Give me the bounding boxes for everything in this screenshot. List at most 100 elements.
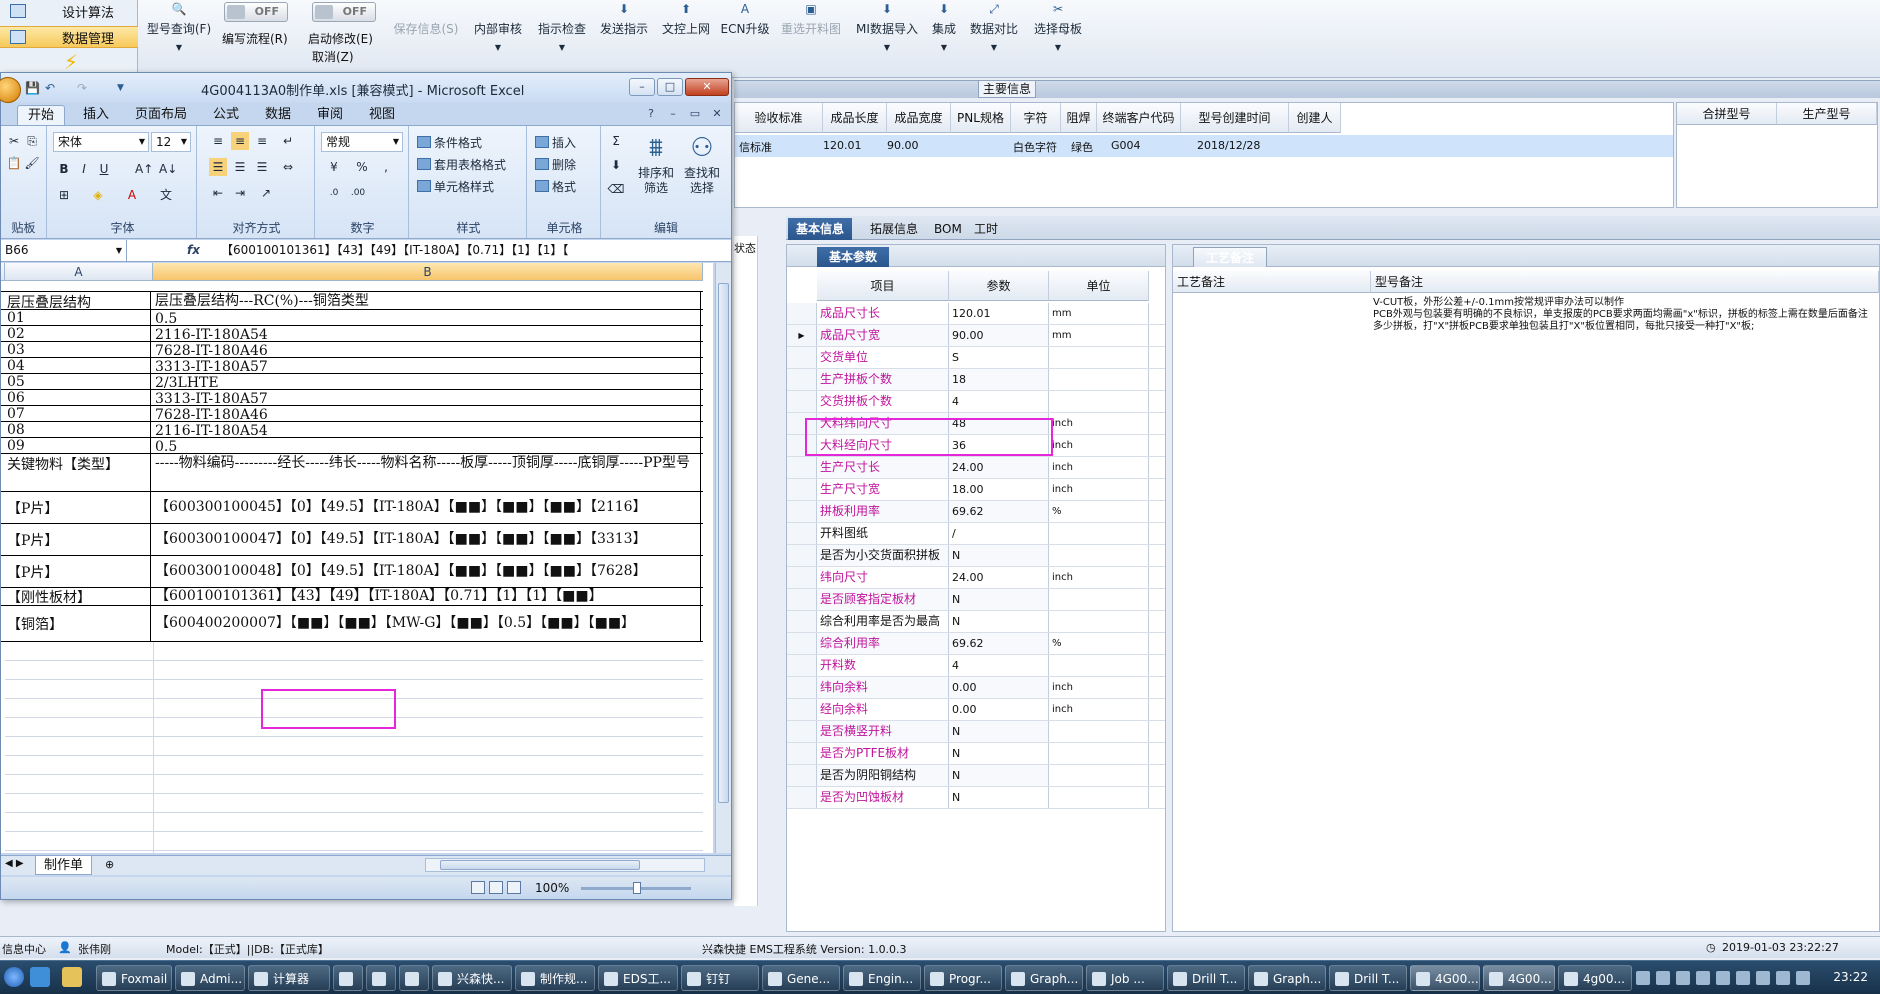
cell-b[interactable]: 3313-IT-180A57: [153, 358, 701, 373]
phonetic-icon[interactable]: 文: [157, 186, 175, 204]
empty-row[interactable]: [5, 642, 703, 661]
taskbar-item[interactable]: 钉钉: [681, 965, 759, 991]
insert-cells-button[interactable]: 插入: [535, 134, 576, 151]
cell-a[interactable]: 关键物料【类型】: [5, 454, 151, 491]
table-row[interactable]: 是否为凹蚀板材 N: [787, 787, 1165, 809]
sort-filter-button[interactable]: ⩩ 排序和 筛选: [635, 132, 677, 196]
taskbar-item[interactable]: Drill T...: [1329, 965, 1407, 991]
tab-insert[interactable]: 插入: [73, 105, 119, 125]
cell-b[interactable]: 层压叠层结构---RC(%)---铜箔类型: [153, 292, 701, 309]
tab-data[interactable]: 数据: [255, 105, 301, 125]
maximize-button[interactable]: □: [657, 78, 683, 96]
param-value[interactable]: N: [949, 787, 1049, 808]
decrease-indent-icon[interactable]: ⇤: [209, 184, 227, 202]
param-value[interactable]: 18: [949, 369, 1049, 390]
param-value[interactable]: N: [949, 545, 1049, 566]
scroll-thumb[interactable]: [440, 860, 640, 870]
currency-icon[interactable]: ¥: [325, 158, 343, 176]
taskbar-item[interactable]: 4g00...: [1558, 965, 1632, 991]
network-icon[interactable]: [1756, 971, 1770, 985]
param-value[interactable]: S: [949, 347, 1049, 368]
empty-row[interactable]: [5, 775, 703, 794]
param-value[interactable]: N: [949, 765, 1049, 786]
cell-b[interactable]: 7628-IT-180A46: [153, 406, 701, 421]
taskbar-item[interactable]: Job ...: [1086, 965, 1164, 991]
param-value[interactable]: N: [949, 611, 1049, 632]
page-break-view-button[interactable]: [507, 881, 521, 894]
row-selector[interactable]: [787, 567, 817, 588]
data-compare-button[interactable]: ⤢ 数据对比 ▼: [968, 0, 1020, 60]
table-row[interactable]: 层压叠层结构 层压叠层结构---RC(%)---铜箔类型: [1, 291, 703, 310]
table-row[interactable]: 04 3313-IT-180A57: [1, 358, 703, 374]
taskbar-item[interactable]: Admi...: [175, 965, 245, 991]
integrate-button[interactable]: ⬇ 集成 ▼: [928, 0, 960, 60]
cell-a[interactable]: 【P片】: [5, 524, 151, 555]
table-row[interactable]: 【铜箔】 【600400200007】【■■】【■■】【MW-G】【■■】【0.5…: [1, 606, 703, 642]
wrap-text-icon[interactable]: ↵: [279, 132, 297, 150]
cell-a[interactable]: 层压叠层结构: [5, 292, 151, 309]
shrink-font-icon[interactable]: A↓: [159, 160, 177, 178]
row-selector[interactable]: [787, 743, 817, 764]
table-row[interactable]: 是否横竖开料 N: [787, 721, 1165, 743]
paste-icon[interactable]: 📋: [5, 154, 23, 172]
cell-a[interactable]: 09: [5, 438, 151, 453]
row-selector[interactable]: [787, 787, 817, 808]
cell-b[interactable]: -----物料编码---------经长-----纬长-----物料名称----…: [153, 454, 701, 491]
nav-item-design-algorithm[interactable]: 设计算法: [0, 0, 138, 22]
taskbar-item[interactable]: Gene...: [762, 965, 840, 991]
tab-extended-info[interactable]: 拓展信息: [862, 218, 926, 240]
align-middle-icon[interactable]: ≡: [231, 132, 249, 150]
font-size-select[interactable]: 12 ▼: [151, 132, 191, 152]
select-mother-board-button[interactable]: ✂ 选择母板 ▼: [1032, 0, 1084, 60]
cell-b[interactable]: 2116-IT-180A54: [153, 422, 701, 437]
param-value[interactable]: N: [949, 589, 1049, 610]
tab-work-hours[interactable]: 工时: [966, 218, 1006, 240]
start-icon[interactable]: [4, 967, 24, 987]
table-row[interactable]: 开料数 4: [787, 655, 1165, 677]
column-header[interactable]: 型号创建时间: [1181, 103, 1289, 133]
param-value[interactable]: 4: [949, 655, 1049, 676]
column-header-a[interactable]: A: [5, 263, 153, 281]
align-right-icon[interactable]: ☰: [253, 158, 271, 176]
tab-home[interactable]: 开始: [17, 105, 66, 125]
zoom-slider[interactable]: [581, 882, 691, 894]
cell-b[interactable]: 2/3LHTE: [153, 374, 701, 389]
table-row[interactable]: 拼板利用率 69.62%: [787, 501, 1165, 523]
table-row[interactable]: 是否为PTFE板材 N: [787, 743, 1165, 765]
save-icon[interactable]: 💾: [25, 81, 41, 95]
empty-row[interactable]: [5, 756, 703, 775]
edit-start-toggle[interactable]: OFF: [312, 2, 376, 22]
param-value[interactable]: /: [949, 523, 1049, 544]
nav-item-data-management[interactable]: 数据管理: [0, 26, 138, 48]
param-value[interactable]: 24.00: [949, 457, 1049, 478]
cell-a[interactable]: 06: [5, 390, 151, 405]
empty-row[interactable]: [5, 851, 703, 853]
grow-font-icon[interactable]: A↑: [135, 160, 153, 178]
restore-button[interactable]: ▭: [687, 106, 703, 122]
row-selector[interactable]: [787, 699, 817, 720]
align-center-icon[interactable]: ☰: [231, 158, 249, 176]
border-icon[interactable]: ⊞: [55, 186, 73, 204]
number-format-select[interactable]: 常规 ▼: [321, 132, 403, 152]
table-row[interactable]: 生产拼板个数 18: [787, 369, 1165, 391]
column-header[interactable]: 创建人: [1289, 103, 1341, 133]
column-header[interactable]: 成品宽度: [887, 103, 951, 133]
table-row[interactable]: 综合利用率是否为最高 N: [787, 611, 1165, 633]
chevron-down-icon[interactable]: ▼: [117, 81, 133, 95]
taskbar-item[interactable]: Drill T...: [1167, 965, 1245, 991]
tray-icon[interactable]: [1796, 971, 1810, 985]
autosum-icon[interactable]: Σ: [607, 132, 625, 150]
sheet-tab-production[interactable]: 制作单: [35, 856, 93, 875]
underline-icon[interactable]: U: [95, 160, 113, 178]
info-center-label[interactable]: 信息中心: [2, 941, 46, 957]
find-select-button[interactable]: ⚇ 查找和 选择: [681, 132, 723, 196]
column-header[interactable]: 终端客户代码: [1097, 103, 1181, 133]
taskbar-item[interactable]: 4G00...: [1410, 965, 1480, 991]
table-row[interactable]: 交货拼板个数 4: [787, 391, 1165, 413]
param-value[interactable]: 0.00: [949, 699, 1049, 720]
column-header[interactable]: 参数: [949, 271, 1049, 301]
redo-icon[interactable]: ↷: [77, 81, 93, 95]
page-layout-view-button[interactable]: [489, 881, 503, 894]
table-row[interactable]: 08 2116-IT-180A54: [1, 422, 703, 438]
param-value[interactable]: N: [949, 743, 1049, 764]
